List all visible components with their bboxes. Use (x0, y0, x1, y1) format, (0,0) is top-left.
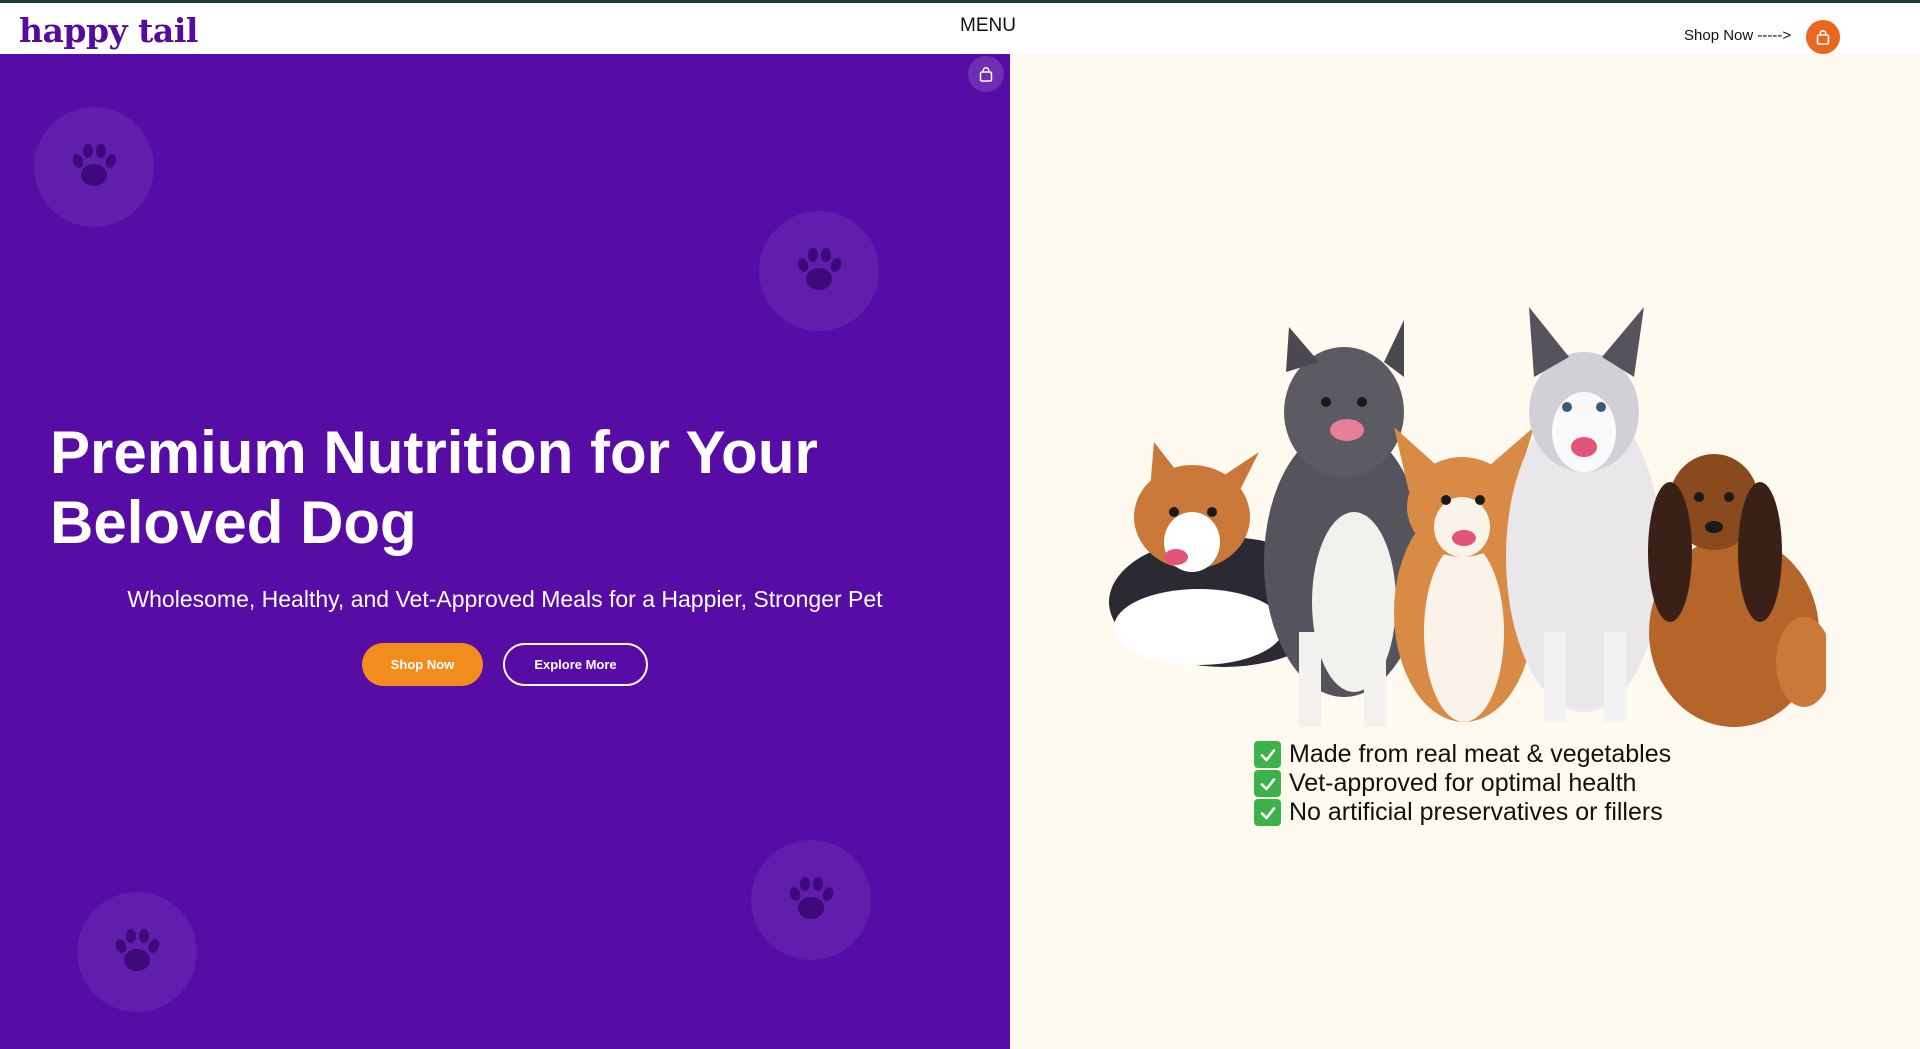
husky-illustration (1506, 307, 1662, 722)
floating-cart-button[interactable] (968, 56, 1004, 92)
menu-button[interactable]: MENU (960, 15, 1016, 37)
feature-list: Made from real meat & vegetables Vet-app… (1254, 740, 1671, 827)
list-item: Vet-approved for optimal health (1254, 769, 1671, 798)
paw-print-icon (759, 211, 879, 331)
list-item: No artificial preservatives or fillers (1254, 798, 1671, 827)
paw-print-icon (751, 840, 871, 960)
hero-subheadline: Wholesome, Healthy, and Vet-Approved Mea… (127, 586, 883, 612)
shopping-bag-icon (979, 67, 993, 82)
top-navbar: happy tail MENU Shop Now -----> (0, 0, 1920, 54)
feature-text: Made from real meat & vegetables (1289, 740, 1672, 768)
pitbull-illustration (1264, 320, 1424, 727)
list-item: Made from real meat & vegetables (1254, 740, 1671, 769)
check-mark-icon (1254, 741, 1281, 768)
shop-now-link[interactable]: Shop Now -----> (1684, 27, 1791, 44)
paw-print-icon (77, 892, 197, 1012)
feature-text: Vet-approved for optimal health (1289, 769, 1637, 797)
explore-more-button[interactable]: Explore More (503, 643, 648, 686)
check-mark-icon (1254, 799, 1281, 826)
cart-button[interactable] (1806, 20, 1840, 54)
check-mark-icon (1254, 770, 1281, 797)
dachshund-illustration (1648, 454, 1826, 727)
hero-headline: Premium Nutrition for Your Beloved Dog (50, 419, 818, 556)
feature-text: No artificial preservatives or fillers (1289, 798, 1663, 826)
shop-now-button[interactable]: Shop Now (362, 643, 483, 686)
product-showcase: Made from real meat & vegetables Vet-app… (1010, 54, 1920, 1049)
paw-print-icon (34, 107, 154, 227)
dogs-group-image (1109, 307, 1826, 727)
brand-logo[interactable]: happy tail (19, 11, 198, 50)
hero-section: Premium Nutrition for Your Beloved Dog W… (0, 54, 1010, 1049)
shopping-bag-icon (1816, 30, 1830, 45)
